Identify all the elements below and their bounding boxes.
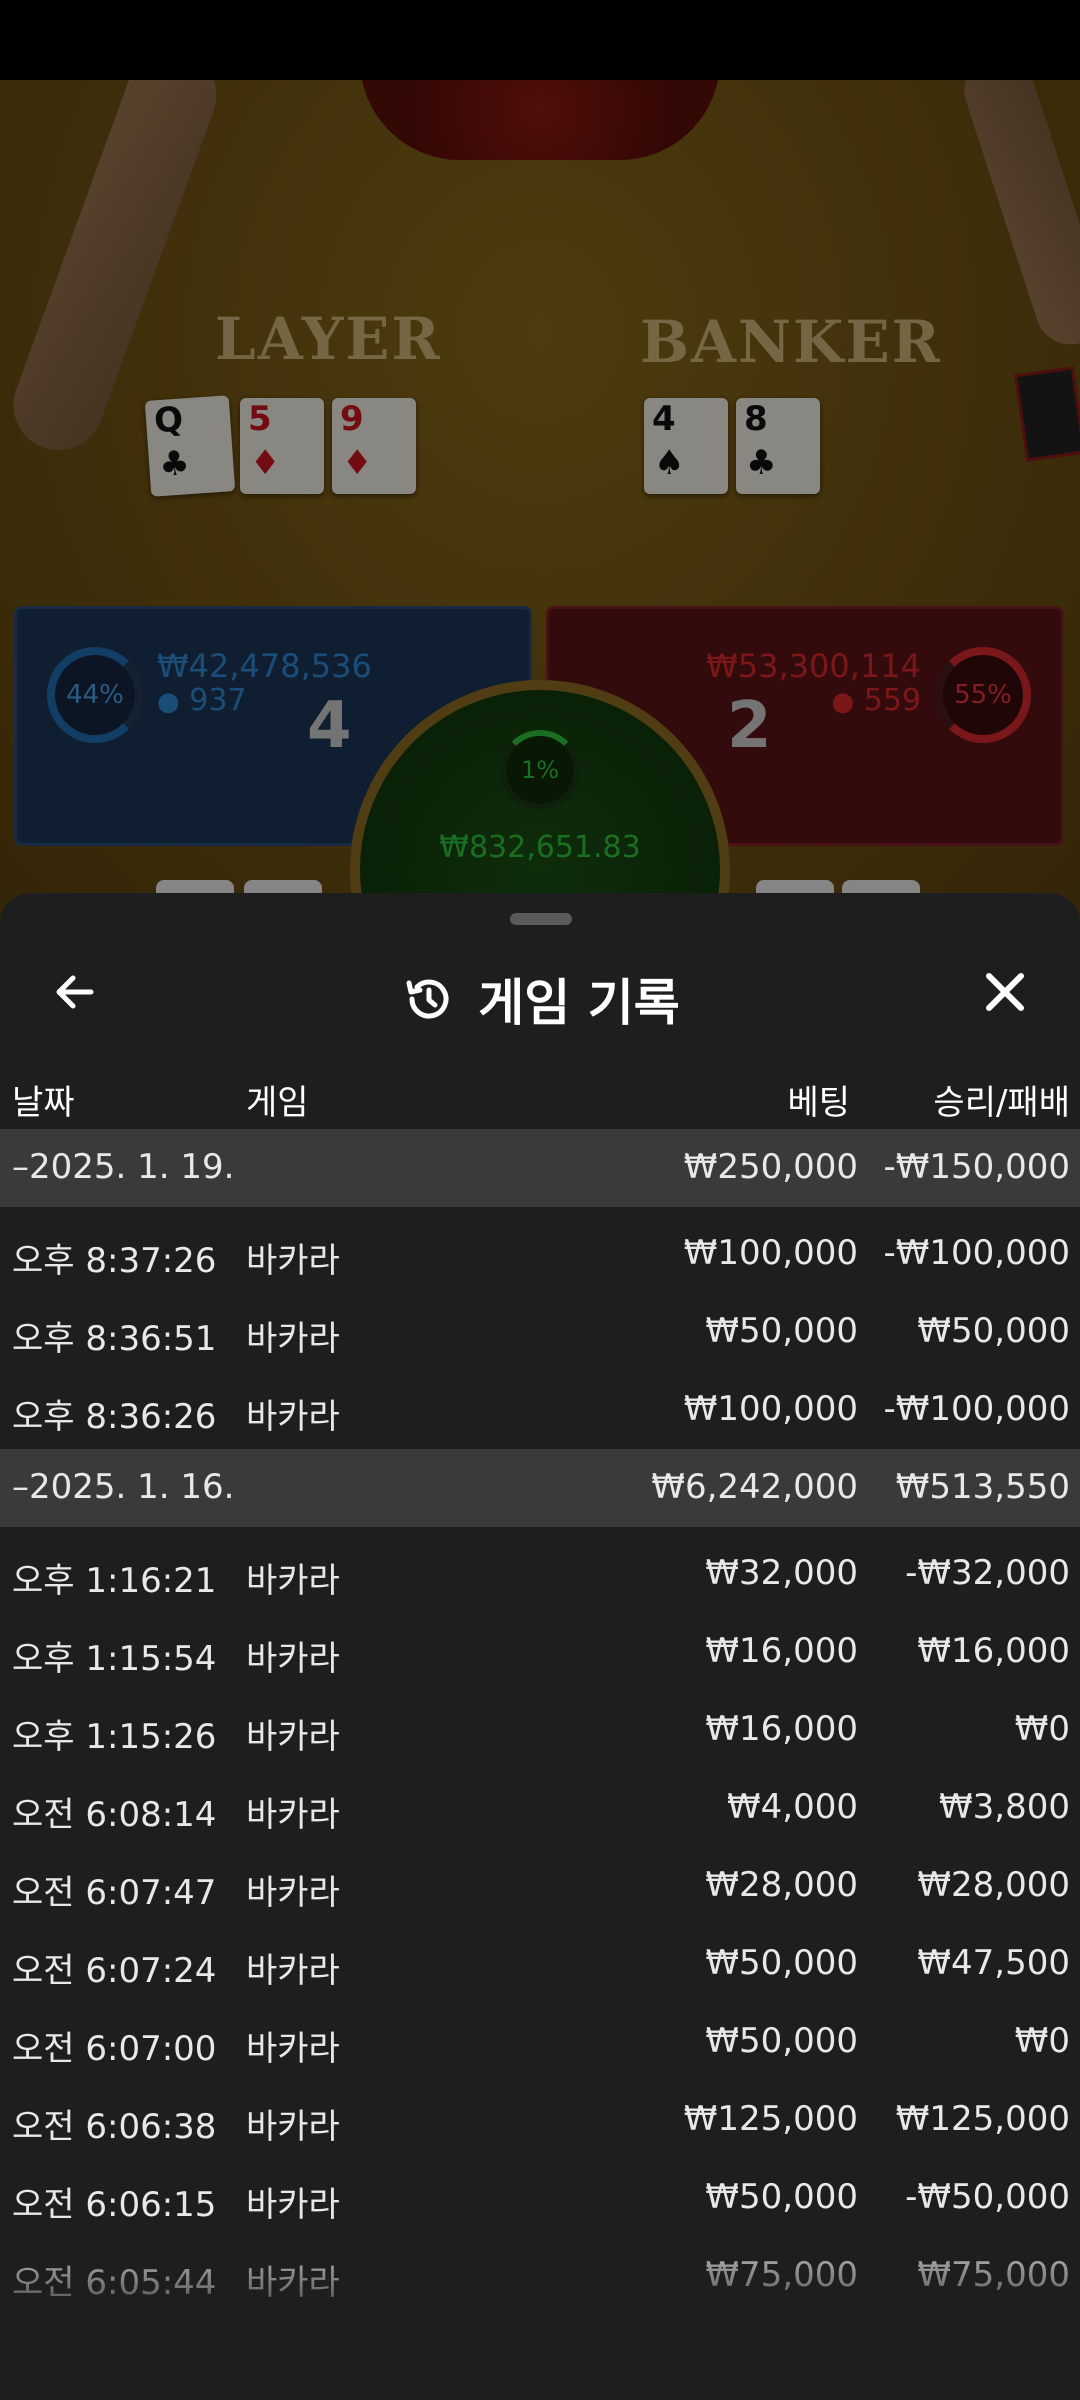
row-game: 바카라 <box>246 1873 340 1913</box>
history-row[interactable]: 오전 6:07:00 바카라 ₩50,000 ₩0 <box>0 2003 1080 2081</box>
row-game: 바카라 <box>246 2263 340 2303</box>
history-row[interactable]: 오후 1:16:21 바카라 ₩32,000 -₩32,000 <box>0 1535 1080 1613</box>
row-time: 오후 8:36:26 <box>12 1397 217 1437</box>
status-bar <box>0 0 1080 80</box>
row-game: 바카라 <box>246 1241 340 1281</box>
history-row[interactable]: 오후 8:37:26 바카라 ₩100,000 -₩100,000 <box>0 1215 1080 1293</box>
history-row[interactable]: 오전 6:08:14 바카라 ₩4,000 ₩3,800 <box>0 1769 1080 1847</box>
group-bet-total: ₩250,000 <box>683 1147 858 1187</box>
group-date: –2025. 1. 16. <box>12 1467 235 1507</box>
row-bet: ₩16,000 <box>705 1631 858 1671</box>
row-bet: ₩28,000 <box>705 1865 858 1905</box>
game-history-sheet: 게임 기록 날짜 게임 베팅 승리/패배 –2025. 1. 19. ₩250,0… <box>0 893 1080 2400</box>
row-winloss: ₩75,000 <box>917 2255 1070 2295</box>
sheet-header: 게임 기록 <box>0 937 1080 1047</box>
row-time: 오후 8:37:26 <box>12 1241 217 1281</box>
group-bet-total: ₩6,242,000 <box>651 1467 858 1507</box>
column-header-game: 게임 <box>246 1083 309 1123</box>
row-bet: ₩50,000 <box>705 1311 858 1351</box>
row-winloss: ₩3,800 <box>939 1787 1070 1827</box>
history-icon <box>406 979 449 1019</box>
row-bet: ₩4,000 <box>727 1787 858 1827</box>
group-date: –2025. 1. 19. <box>12 1147 235 1187</box>
row-time: 오후 1:15:26 <box>12 1717 217 1757</box>
row-bet: ₩100,000 <box>683 1233 858 1273</box>
history-row[interactable]: 오전 6:05:44 바카라 ₩75,000 ₩75,000 <box>0 2237 1080 2315</box>
sheet-drag-handle[interactable] <box>510 913 572 925</box>
row-bet: ₩125,000 <box>683 2099 858 2139</box>
row-time: 오후 8:36:51 <box>12 1319 217 1359</box>
row-winloss: ₩0 <box>1014 2021 1070 2061</box>
column-header-bet: 베팅 <box>787 1083 850 1123</box>
row-game: 바카라 <box>246 2107 340 2147</box>
sheet-title-wrap: 게임 기록 <box>0 963 1080 1035</box>
row-winloss: -₩100,000 <box>883 1233 1071 1273</box>
column-header-date: 날짜 <box>12 1083 75 1123</box>
row-game: 바카라 <box>246 1951 340 1991</box>
row-winloss: ₩0 <box>1014 1709 1070 1749</box>
dim-overlay[interactable] <box>0 80 1080 920</box>
row-bet: ₩32,000 <box>705 1553 858 1593</box>
history-row[interactable]: 오후 1:15:26 바카라 ₩16,000 ₩0 <box>0 1691 1080 1769</box>
history-row[interactable]: 오후 8:36:26 바카라 ₩100,000 -₩100,000 <box>0 1371 1080 1449</box>
sheet-title: 게임 기록 <box>478 974 680 1032</box>
row-bet: ₩50,000 <box>705 1943 858 1983</box>
row-time: 오전 6:07:24 <box>12 1951 217 1991</box>
column-header-row: 날짜 게임 베팅 승리/패배 <box>0 1061 1080 1133</box>
group-winloss-total: -₩150,000 <box>883 1147 1071 1187</box>
row-bet: ₩75,000 <box>705 2255 858 2295</box>
history-row[interactable]: 오후 8:36:51 바카라 ₩50,000 ₩50,000 <box>0 1293 1080 1371</box>
row-bet: ₩100,000 <box>683 1389 858 1429</box>
close-icon <box>986 973 1024 1011</box>
row-game: 바카라 <box>246 1639 340 1679</box>
row-winloss: -₩32,000 <box>905 1553 1070 1593</box>
row-game: 바카라 <box>246 2029 340 2069</box>
history-row[interactable]: 오전 6:07:47 바카라 ₩28,000 ₩28,000 <box>0 1847 1080 1925</box>
history-row[interactable]: 오전 6:07:24 바카라 ₩50,000 ₩47,500 <box>0 1925 1080 2003</box>
column-header-winloss: 승리/패배 <box>933 1083 1070 1123</box>
history-row[interactable]: 오전 6:06:38 바카라 ₩125,000 ₩125,000 <box>0 2081 1080 2159</box>
history-row[interactable]: 오전 6:06:15 바카라 ₩50,000 -₩50,000 <box>0 2159 1080 2237</box>
row-game: 바카라 <box>246 1319 340 1359</box>
row-time: 오전 6:07:47 <box>12 1873 217 1913</box>
row-time: 오전 6:05:44 <box>12 2263 217 2303</box>
row-winloss: ₩16,000 <box>917 1631 1070 1671</box>
row-game: 바카라 <box>246 2185 340 2225</box>
row-game: 바카라 <box>246 1717 340 1757</box>
row-game: 바카라 <box>246 1397 340 1437</box>
row-winloss: ₩50,000 <box>917 1311 1070 1351</box>
row-time: 오후 1:16:21 <box>12 1561 217 1601</box>
row-game: 바카라 <box>246 1561 340 1601</box>
row-time: 오전 6:06:38 <box>12 2107 217 2147</box>
history-row[interactable]: 오후 1:15:54 바카라 ₩16,000 ₩16,000 <box>0 1613 1080 1691</box>
row-game: 바카라 <box>246 1795 340 1835</box>
row-bet: ₩16,000 <box>705 1709 858 1749</box>
row-winloss: -₩100,000 <box>883 1389 1071 1429</box>
row-time: 오전 6:06:15 <box>12 2185 217 2225</box>
group-winloss-total: ₩513,550 <box>895 1467 1070 1507</box>
date-group-row[interactable]: –2025. 1. 19. ₩250,000 -₩150,000 <box>0 1129 1080 1207</box>
row-winloss: -₩50,000 <box>905 2177 1070 2217</box>
row-bet: ₩50,000 <box>705 2021 858 2061</box>
row-winloss: ₩47,500 <box>917 1943 1070 1983</box>
row-winloss: ₩28,000 <box>917 1865 1070 1905</box>
close-button[interactable] <box>970 957 1040 1027</box>
row-time: 오후 1:15:54 <box>12 1639 217 1679</box>
date-group-row[interactable]: –2025. 1. 16. ₩6,242,000 ₩513,550 <box>0 1449 1080 1527</box>
row-bet: ₩50,000 <box>705 2177 858 2217</box>
history-list[interactable]: –2025. 1. 19. ₩250,000 -₩150,000 오후 8:37:26… <box>0 1129 1080 2315</box>
row-time: 오전 6:08:14 <box>12 1795 217 1835</box>
row-time: 오전 6:07:00 <box>12 2029 217 2069</box>
row-winloss: ₩125,000 <box>895 2099 1070 2139</box>
